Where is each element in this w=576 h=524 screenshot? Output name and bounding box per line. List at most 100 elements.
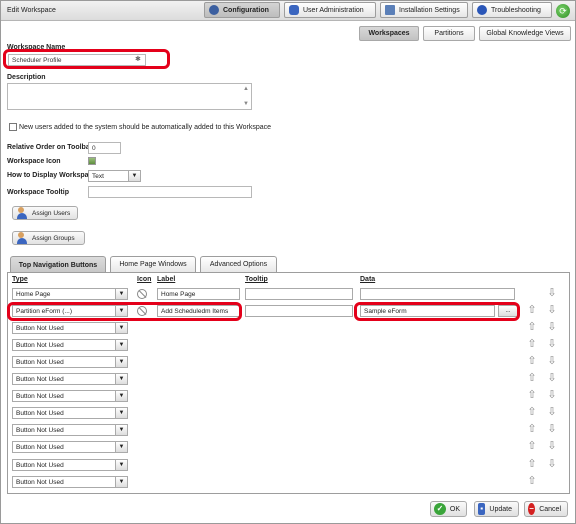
tab-top-navigation-buttons[interactable]: Top Navigation Buttons: [10, 256, 106, 273]
auto-add-users-checkbox[interactable]: [9, 123, 17, 131]
move-up-icon[interactable]: ⇧: [526, 355, 538, 368]
column-label: Label: [157, 276, 176, 283]
label-input[interactable]: Home Page: [157, 288, 240, 300]
workspace-tooltip-input[interactable]: [88, 186, 252, 198]
type-select[interactable]: Button Not Used ▼: [12, 390, 128, 403]
column-data: Data: [360, 276, 376, 283]
tab-troubleshooting[interactable]: Troubleshooting: [472, 2, 552, 18]
scroll-down-icon[interactable]: ▼: [242, 100, 250, 108]
move-up-icon[interactable]: ⇧: [526, 304, 538, 317]
scroll-up-icon[interactable]: ▲: [242, 85, 250, 93]
type-select[interactable]: Button Not Used ▼: [12, 373, 128, 386]
table-row: Button Not Used ▼ ⇧ ⇩: [0, 337, 576, 354]
cancel-icon: –: [528, 503, 536, 515]
subtab-workspaces[interactable]: Workspaces: [359, 26, 419, 41]
table-row: Button Not Used ▼ ⇧ ⇩: [0, 457, 576, 474]
chevron-down-icon: ▼: [115, 425, 127, 436]
move-down-icon[interactable]: ⇩: [546, 372, 558, 385]
info-icon: [477, 5, 487, 15]
subtab-global-knowledge-views[interactable]: Global Knowledge Views: [479, 26, 571, 41]
move-down-icon[interactable]: ⇩: [546, 440, 558, 453]
table-row: Home Page ▼ Home Page ⇩: [0, 286, 576, 303]
move-up-icon[interactable]: ⇧: [526, 338, 538, 351]
chevron-down-icon: ▼: [115, 459, 127, 470]
move-down-icon[interactable]: ⇩: [546, 355, 558, 368]
window-title: Edit Workspace: [7, 7, 56, 14]
move-up-icon[interactable]: ⇧: [526, 372, 538, 385]
groups-icon: [17, 232, 29, 244]
data-input[interactable]: [360, 288, 515, 300]
update-button[interactable]: ▪ Update: [474, 501, 519, 517]
move-up-icon[interactable]: ⇧: [526, 406, 538, 419]
move-up-icon[interactable]: ⇧: [526, 423, 538, 436]
type-select[interactable]: Home Page ▼: [12, 288, 128, 300]
move-down-icon[interactable]: ⇩: [546, 389, 558, 402]
type-select[interactable]: Button Not Used ▼: [12, 356, 128, 369]
move-down-icon[interactable]: ⇩: [546, 458, 558, 471]
move-down-icon[interactable]: ⇩: [546, 304, 558, 317]
ok-button[interactable]: ✓ OK: [430, 501, 467, 517]
workspace-tooltip-label: Workspace Tooltip: [7, 189, 69, 196]
chevron-down-icon: ▼: [115, 323, 127, 334]
gear-icon: [209, 5, 219, 15]
move-down-icon[interactable]: ⇩: [546, 338, 558, 351]
table-row: Button Not Used ▼ ⇧ ⇩: [0, 354, 576, 371]
type-select[interactable]: Button Not Used ▼: [12, 424, 128, 437]
description-label: Description: [7, 74, 46, 81]
move-up-icon[interactable]: ⇧: [526, 321, 538, 334]
type-select[interactable]: Button Not Used ▼: [12, 458, 128, 471]
cancel-button[interactable]: – Cancel: [524, 501, 568, 517]
display-workspace-select[interactable]: Text ▼: [88, 170, 141, 182]
relative-order-label: Relative Order on Toolbar: [7, 144, 93, 151]
workspace-icon-label: Workspace Icon: [7, 158, 61, 165]
workspace-image-icon[interactable]: [88, 157, 96, 165]
move-down-icon[interactable]: ⇩: [546, 406, 558, 419]
auto-add-users-label: New users added to the system should be …: [19, 124, 272, 131]
move-up-icon[interactable]: ⇧: [526, 440, 538, 453]
move-down-icon[interactable]: ⇩: [546, 287, 558, 300]
no-icon-icon[interactable]: [137, 289, 147, 299]
move-down-icon[interactable]: ⇩: [546, 321, 558, 334]
column-tooltip: Tooltip: [245, 276, 268, 283]
chevron-down-icon: ▼: [115, 408, 127, 419]
chevron-down-icon: ▼: [115, 357, 127, 368]
tab-home-page-windows[interactable]: Home Page Windows: [110, 256, 196, 272]
assign-users-button[interactable]: Assign Users: [12, 206, 78, 220]
subtab-partitions[interactable]: Partitions: [423, 26, 475, 41]
column-icon: Icon: [137, 276, 152, 283]
move-up-icon[interactable]: ⇧: [526, 458, 538, 471]
type-select[interactable]: Button Not Used ▼: [12, 441, 128, 454]
chevron-down-icon: ▼: [115, 374, 127, 385]
tab-advanced-options[interactable]: Advanced Options: [200, 256, 277, 272]
table-row: Button Not Used ▼ ⇧ ⇩: [0, 320, 576, 337]
description-textarea[interactable]: ▲ ▼: [7, 83, 252, 110]
document-icon: [385, 5, 395, 15]
type-select[interactable]: Button Not Used ▼: [12, 475, 128, 488]
tab-configuration[interactable]: Configuration: [204, 2, 280, 18]
table-row: Button Not Used ▼ ⇧ ⇩: [0, 371, 576, 388]
tooltip-input[interactable]: [245, 305, 353, 318]
tooltip-input[interactable]: [245, 288, 353, 300]
assign-groups-button[interactable]: Assign Groups: [12, 231, 85, 245]
move-down-icon[interactable]: ⇩: [546, 423, 558, 436]
tab-installation-settings[interactable]: Installation Settings: [380, 2, 468, 18]
type-select[interactable]: Button Not Used ▼: [12, 322, 128, 335]
table-row: Button Not Used ▼ ⇧ ⇩: [0, 405, 576, 422]
relative-order-input[interactable]: 0: [88, 142, 121, 154]
tab-user-administration[interactable]: User Administration: [284, 2, 376, 18]
check-icon: ✓: [434, 503, 446, 515]
chevron-down-icon: ▼: [115, 340, 127, 351]
table-row: Button Not Used ▼ ⇧ ⇩: [0, 422, 576, 439]
chevron-down-icon: ▼: [115, 442, 127, 453]
refresh-icon[interactable]: ⟳: [556, 4, 570, 18]
highlight-workspace-name: [3, 49, 170, 69]
move-up-icon[interactable]: ⇧: [526, 389, 538, 402]
type-select[interactable]: Button Not Used ▼: [12, 339, 128, 352]
chevron-down-icon: ▼: [128, 171, 140, 181]
column-type: Type: [12, 276, 28, 283]
type-select[interactable]: Button Not Used ▼: [12, 407, 128, 420]
chevron-down-icon: ▼: [115, 289, 127, 299]
table-row: Button Not Used ▼ ⇧: [0, 474, 576, 491]
move-up-icon[interactable]: ⇧: [526, 475, 538, 488]
highlight-data-cell: [354, 302, 520, 321]
